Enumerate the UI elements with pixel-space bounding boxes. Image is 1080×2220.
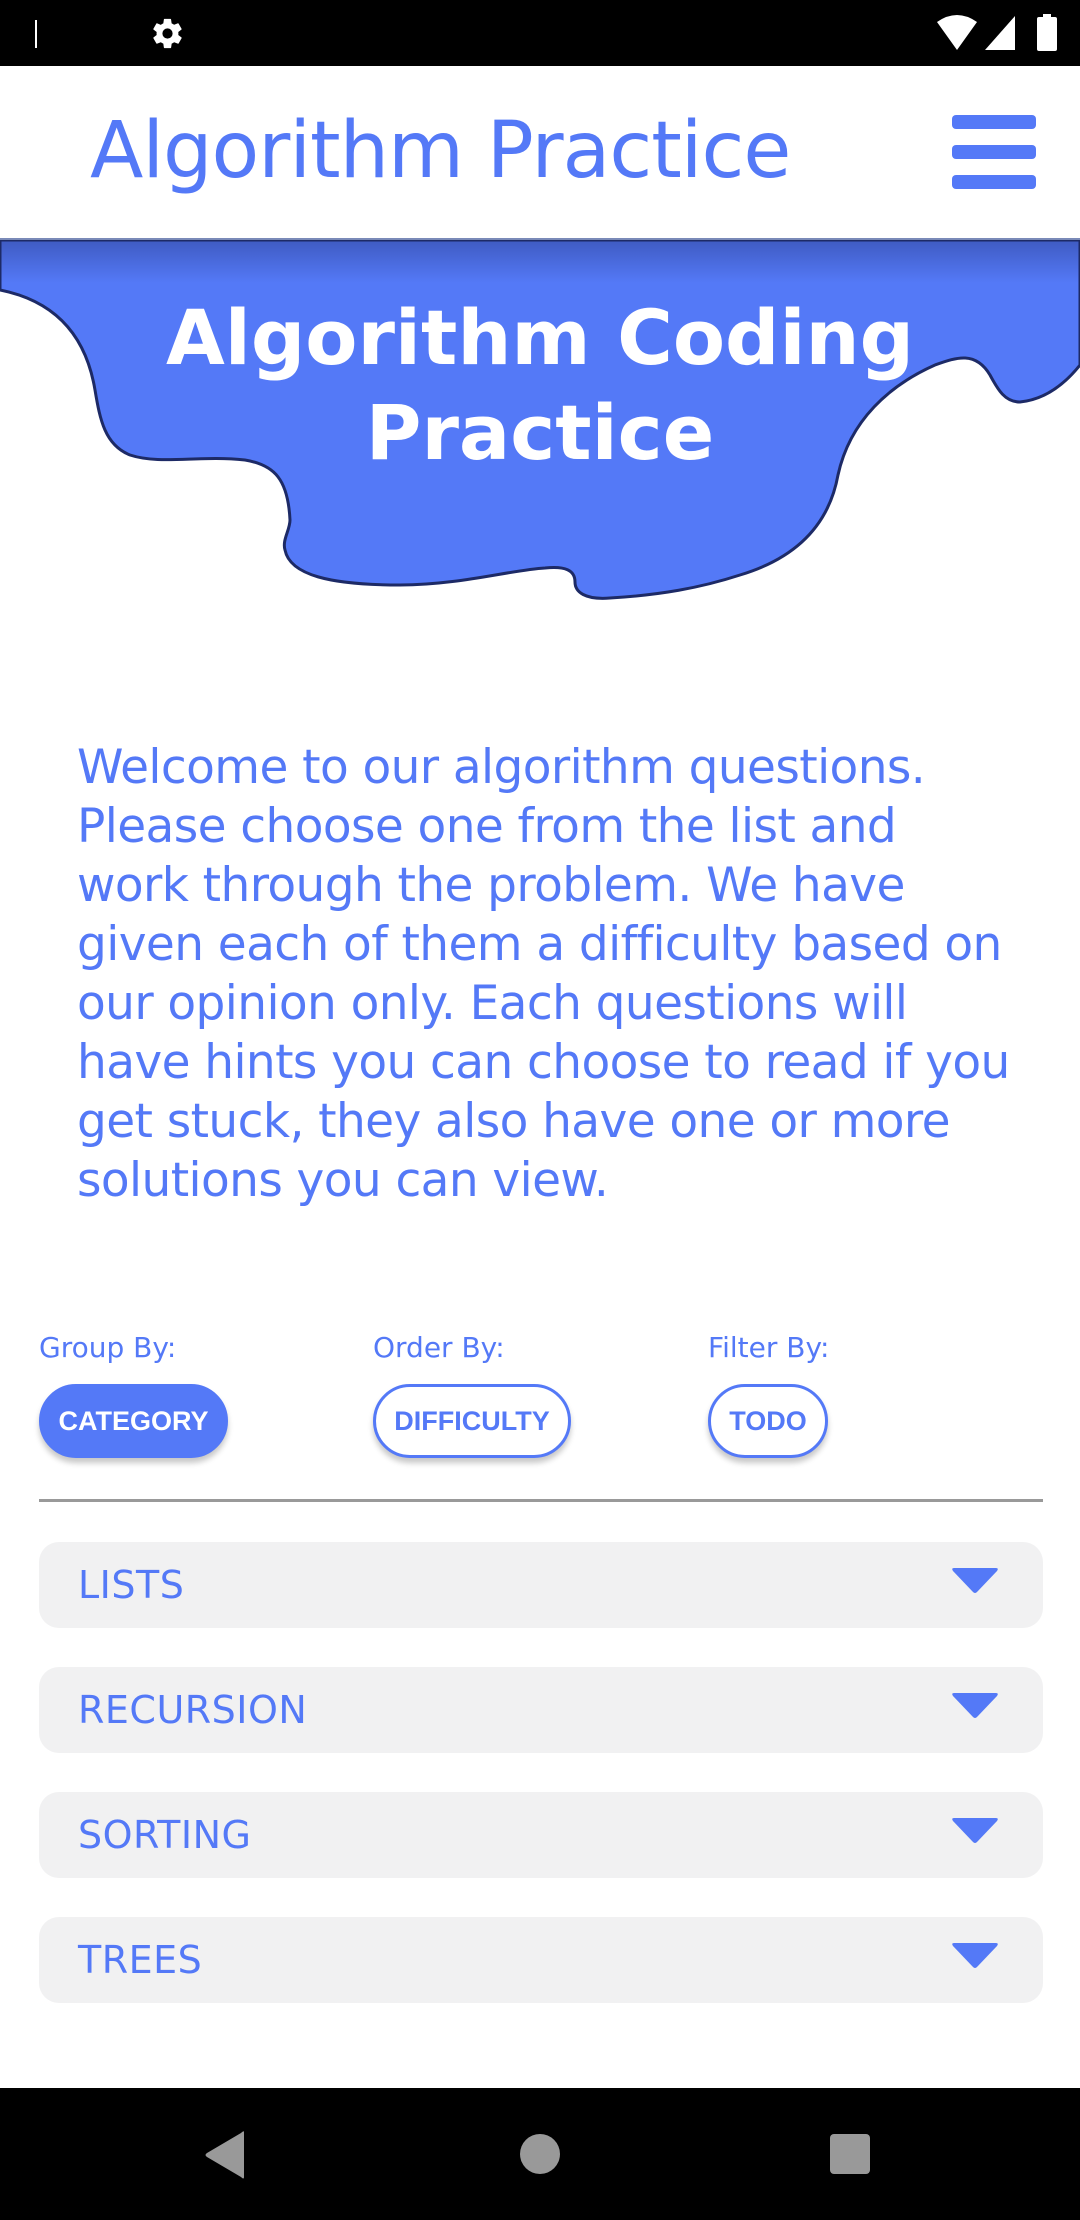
category-accordion-trees[interactable]: TREES bbox=[39, 1917, 1043, 2003]
settings-gear-icon bbox=[153, 18, 182, 49]
home-icon[interactable] bbox=[518, 2132, 562, 2176]
divider bbox=[39, 1499, 1043, 1502]
back-icon[interactable] bbox=[200, 2130, 250, 2180]
text-cursor-mark bbox=[35, 20, 37, 48]
order-by-control: Order By: DIFFICULTY bbox=[373, 1328, 571, 1458]
caret-down-icon bbox=[952, 1568, 998, 1593]
order-by-difficulty-button[interactable]: DIFFICULTY bbox=[373, 1384, 571, 1458]
filter-by-label: Filter By: bbox=[708, 1331, 830, 1364]
caret-down-icon bbox=[952, 1943, 998, 1968]
category-accordion-recursion[interactable]: RECURSION bbox=[39, 1667, 1043, 1753]
caret-down-icon bbox=[952, 1693, 998, 1718]
filter-by-control: Filter By: TODO bbox=[708, 1328, 829, 1458]
accordion-label: RECURSION bbox=[78, 1688, 308, 1732]
order-by-label: Order By: bbox=[373, 1331, 505, 1364]
status-bar bbox=[0, 0, 1080, 66]
accordion-label: TREES bbox=[78, 1938, 203, 1982]
accordion-label: LISTS bbox=[78, 1563, 185, 1607]
group-by-control: Group By: CATEGORY bbox=[39, 1328, 228, 1458]
accordion-label: SORTING bbox=[78, 1813, 252, 1857]
wifi-icon bbox=[937, 15, 977, 50]
cell-signal-icon bbox=[985, 16, 1015, 50]
filter-by-todo-button[interactable]: TODO bbox=[708, 1384, 828, 1458]
hero-banner: Algorithm Coding Practice bbox=[0, 240, 1080, 620]
hamburger-menu-button[interactable] bbox=[940, 106, 1050, 206]
group-by-label: Group By: bbox=[39, 1331, 177, 1364]
app-title: Algorithm Practice bbox=[90, 106, 791, 196]
app-header: Algorithm Practice bbox=[0, 66, 1080, 240]
system-nav-bar bbox=[0, 2088, 1080, 2220]
intro-paragraph: Welcome to our algorithm questions. Plea… bbox=[77, 740, 1010, 1208]
caret-down-icon bbox=[952, 1818, 998, 1843]
group-by-category-button[interactable]: CATEGORY bbox=[39, 1384, 228, 1458]
category-accordion-sorting[interactable]: SORTING bbox=[39, 1792, 1043, 1878]
battery-icon bbox=[1037, 14, 1057, 51]
category-accordion-lists[interactable]: LISTS bbox=[39, 1542, 1043, 1628]
hero-title: Algorithm Coding Practice bbox=[165, 293, 915, 477]
recents-icon[interactable] bbox=[828, 2132, 872, 2176]
